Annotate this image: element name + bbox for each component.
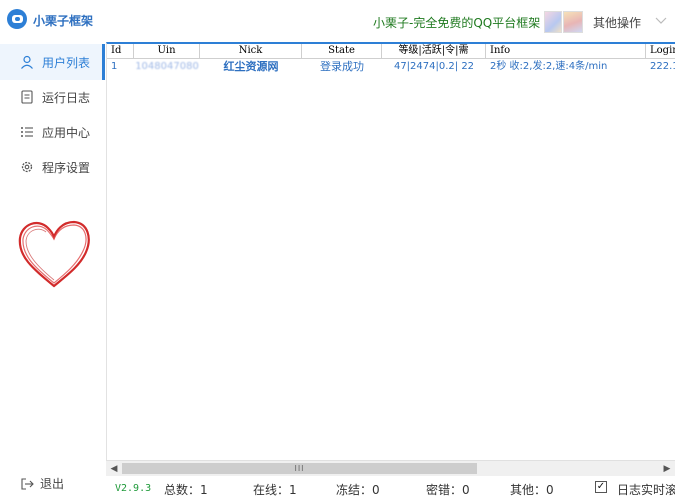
cell-id: 1 (111, 61, 118, 72)
gear-icon (21, 161, 33, 173)
sidebar-item-user-list[interactable]: 用户列表 (0, 44, 105, 80)
logout-icon (21, 477, 34, 490)
sidebar-item-label: 用户列表 (42, 55, 91, 70)
app-window: 小栗子框架 小栗子-完全免费的QQ平台框架 其他操作 用户列表 运行日志 应用中… (0, 0, 675, 498)
avatar[interactable] (544, 11, 584, 33)
scrollbar-thumb[interactable]: III (122, 463, 477, 474)
column-header-state[interactable]: State (302, 44, 382, 59)
status-bar: V2.9.3 总数：1 在线：1 冻结：0 密错：0 其他：0 ✓ 日志实时滚动 (106, 477, 675, 498)
table-row[interactable]: 1 1048047080 红尘资源网 登录成功 47|2474|0.2| 22 … (107, 60, 675, 75)
header: 小栗子框架 小栗子-完全免费的QQ平台框架 其他操作 (0, 0, 675, 42)
sidebar-item-settings[interactable]: 程序设置 (0, 149, 105, 185)
cell-state: 登录成功 (320, 60, 364, 73)
user-icon (21, 55, 33, 69)
column-header-uin[interactable]: Uin (134, 44, 200, 59)
logout-label: 退出 (40, 477, 65, 491)
user-table[interactable]: Id Uin Nick State 等级|活跃|令|需 Info Login 1… (106, 42, 675, 460)
column-header-id[interactable]: Id (107, 44, 134, 59)
status-other: 其他：0 (510, 483, 554, 497)
sidebar-item-app-center[interactable]: 应用中心 (0, 114, 105, 150)
other-ops-button[interactable]: 其他操作 (593, 14, 641, 31)
status-pwd-error: 密错：0 (426, 483, 470, 497)
sidebar-item-run-log[interactable]: 运行日志 (0, 79, 105, 115)
slogan-text: 小栗子-完全免费的QQ平台框架 (373, 16, 541, 30)
scrollbar-grip: III (294, 464, 305, 473)
logout-button[interactable]: 退出 (20, 475, 64, 492)
cell-level: 47|2474|0.2| 22 (393, 61, 475, 72)
status-total: 总数：1 (164, 483, 208, 497)
log-scroll-label: 日志实时滚动 (617, 483, 675, 497)
chevron-down-icon[interactable] (655, 14, 667, 26)
table-header: Id Uin Nick State 等级|活跃|令|需 Info Login (107, 44, 675, 59)
cell-info: 2秒 收:2,发:2,速:4条/min (490, 61, 608, 72)
list-icon (21, 127, 33, 137)
sidebar-item-label: 程序设置 (42, 160, 91, 175)
scroll-right-arrow-icon[interactable]: ▶ (659, 461, 675, 476)
horizontal-scrollbar[interactable]: ◀ III ▶ (106, 460, 675, 476)
cell-login: 222.1 (650, 61, 675, 72)
column-header-info[interactable]: Info (486, 44, 646, 59)
status-frozen: 冻结：0 (336, 483, 380, 497)
status-online: 在线：1 (253, 483, 297, 497)
heart-icon (18, 220, 90, 288)
column-header-login[interactable]: Login (646, 44, 675, 59)
sidebar-item-label: 运行日志 (42, 90, 91, 105)
app-title: 小栗子框架 (33, 14, 94, 28)
scroll-left-arrow-icon[interactable]: ◀ (106, 461, 122, 476)
log-icon (21, 90, 33, 104)
sidebar: 用户列表 运行日志 应用中心 程序设置 退出 (0, 42, 105, 498)
version-label: V2.9.3 (115, 483, 152, 494)
log-scroll-checkbox[interactable]: ✓ (595, 481, 607, 493)
column-header-level[interactable]: 等级|活跃|令|需 (382, 44, 486, 59)
column-header-nick[interactable]: Nick (200, 44, 302, 59)
logo-icon (7, 9, 27, 29)
sidebar-item-label: 应用中心 (42, 125, 91, 140)
cell-uin: 1048047080 (135, 61, 199, 72)
cell-nick: 红尘资源网 (223, 60, 279, 73)
